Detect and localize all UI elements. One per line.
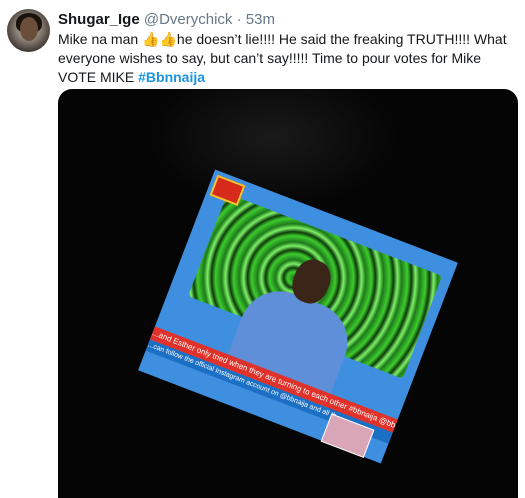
tv-screen: ...and Esther only tried when they are t…: [138, 169, 458, 464]
display-name[interactable]: Shugar_Ige: [58, 11, 140, 28]
tweet-timestamp[interactable]: 53m: [246, 11, 275, 28]
avatar-face: [20, 17, 38, 41]
tweet-text: Mike na man 👍👍he doesn’t lie!!!! He said…: [58, 30, 513, 87]
tweet-text-part-1: Mike na man: [58, 31, 143, 47]
tweet-media-image[interactable]: ...and Esther only tried when they are t…: [58, 89, 518, 498]
avatar[interactable]: [7, 9, 50, 52]
user-handle[interactable]: @Dverychick: [144, 11, 233, 28]
thumbs-up-emoji: 👍👍: [142, 31, 177, 47]
tweet-header: Shugar_Ige @Dverychick · 53m: [58, 10, 275, 29]
hashtag-link[interactable]: #Bbnnaija: [138, 69, 205, 85]
tweet-card[interactable]: Shugar_Ige @Dverychick · 53m Mike na man…: [0, 0, 525, 498]
meta-separator: ·: [236, 11, 242, 28]
